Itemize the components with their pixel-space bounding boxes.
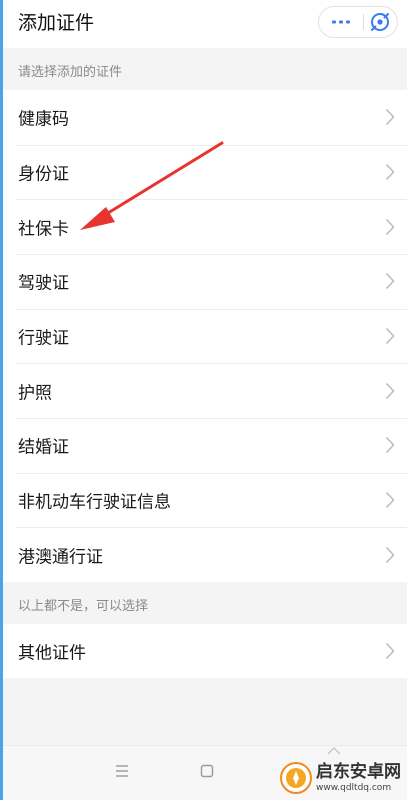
list-item-passport[interactable]: 护照 [0,363,407,418]
home-icon[interactable] [200,764,214,778]
list-item-label: 社保卡 [18,219,69,240]
list-item-label: 非机动车行驶证信息 [18,492,171,513]
list-item-vehicle-license[interactable]: 行驶证 [0,308,407,364]
chevron-right-icon [385,382,395,399]
other-list: 其他证件 [0,624,407,678]
more-dots-icon [332,20,350,24]
back-icon[interactable] [326,746,342,756]
list-item-marriage-certificate[interactable]: 结婚证 [0,417,407,473]
chevron-right-icon [385,109,395,126]
list-item-label: 驾驶证 [18,273,69,294]
watermark-logo-icon [280,762,312,794]
list-item-label: 护照 [18,383,52,404]
chevron-right-icon [385,642,395,660]
close-button[interactable] [369,11,391,33]
mini-program-capsule [318,6,398,38]
list-item-label: 其他证件 [18,643,86,664]
list-item-social-security-card[interactable]: 社保卡 [0,199,407,254]
chevron-right-icon [385,273,395,290]
page-title: 添加证件 [18,12,95,34]
list-item-label: 结婚证 [18,437,69,458]
chevron-right-icon [385,546,395,563]
section-label-select: 请选择添加的证件 [18,65,123,80]
list-item-driver-license[interactable]: 驾驶证 [0,253,407,309]
more-button[interactable] [319,7,363,37]
list-item-label: 行驶证 [18,328,69,349]
watermark-url: www.qdltdq.com [316,783,392,793]
list-item-health-code[interactable]: 健康码 [0,90,407,145]
chevron-right-icon [385,491,395,508]
mini-program-close-icon [371,13,389,31]
list-item-non-motor-vehicle-license[interactable]: 非机动车行驶证信息 [0,472,407,528]
list-item-label: 身份证 [18,164,69,185]
chevron-right-icon [385,437,395,454]
list-item-hk-macau-permit[interactable]: 港澳通行证 [0,527,407,582]
chevron-right-icon [385,327,395,344]
capsule-divider [363,14,364,30]
left-edge-strip [0,0,3,800]
header-bar: 添加证件 [0,0,407,48]
cert-list: 健康码 身份证 社保卡 驾驶证 行驶证 护照 结婚证 非机动车行驶证信息 港澳通… [0,90,407,582]
chevron-right-icon [385,218,395,235]
chevron-right-icon [385,163,395,181]
list-item-other-certificate[interactable]: 其他证件 [0,624,407,678]
section-label-other: 以上都不是，可以选择 [18,599,149,614]
watermark: 启东安卓网 www.qdltdq.com [276,756,406,800]
watermark-name: 启东安卓网 [316,762,401,782]
menu-icon[interactable] [114,764,130,778]
list-item-label: 港澳通行证 [18,547,103,568]
list-item-id-card[interactable]: 身份证 [0,144,407,200]
list-item-label: 健康码 [18,109,69,130]
